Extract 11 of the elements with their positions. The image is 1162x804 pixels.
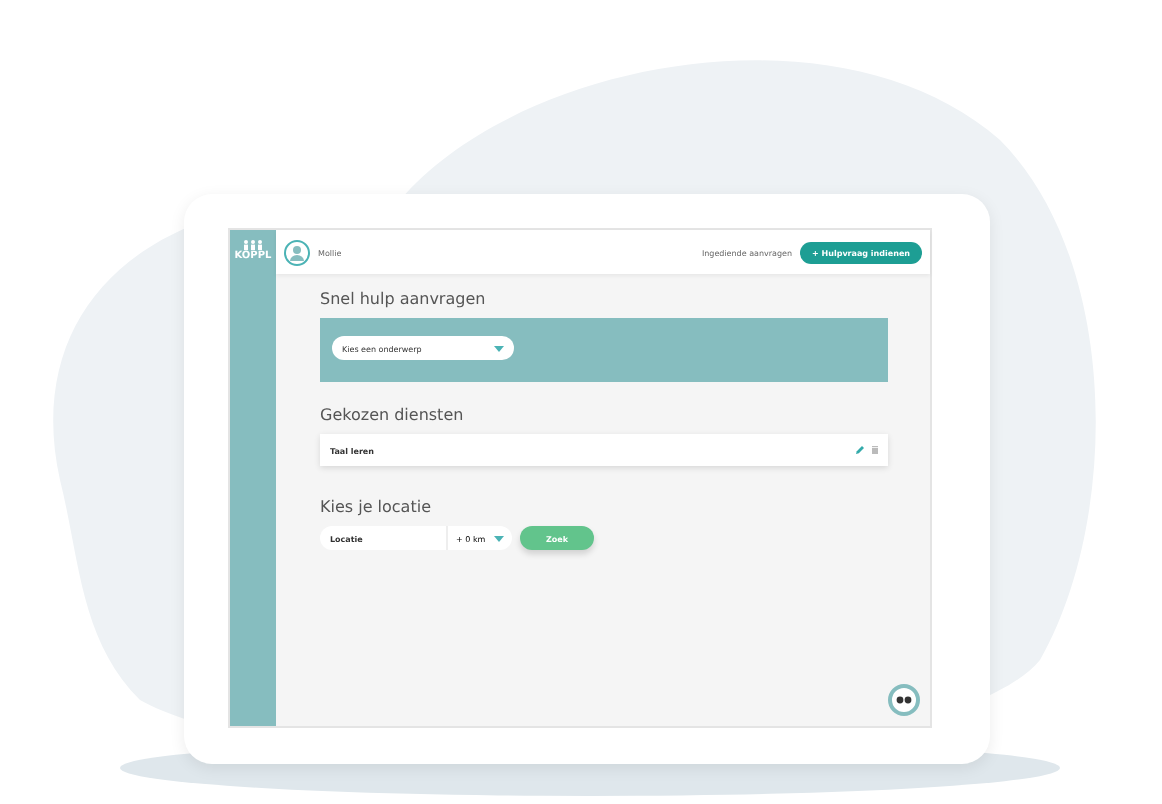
section-title: Snel hulp aanvragen bbox=[320, 290, 488, 308]
pencil-icon[interactable] bbox=[856, 446, 864, 454]
people-icon bbox=[241, 240, 264, 250]
avatar-icon[interactable] bbox=[284, 239, 310, 265]
section-title: Gekozen diensten bbox=[320, 406, 466, 424]
caret-icon bbox=[494, 535, 504, 541]
section-title: Kies je locatie bbox=[320, 498, 433, 516]
trash-icon[interactable] bbox=[872, 446, 878, 454]
chat-button[interactable] bbox=[888, 684, 920, 716]
glasses-icon bbox=[896, 696, 912, 704]
caret-icon bbox=[494, 345, 504, 351]
